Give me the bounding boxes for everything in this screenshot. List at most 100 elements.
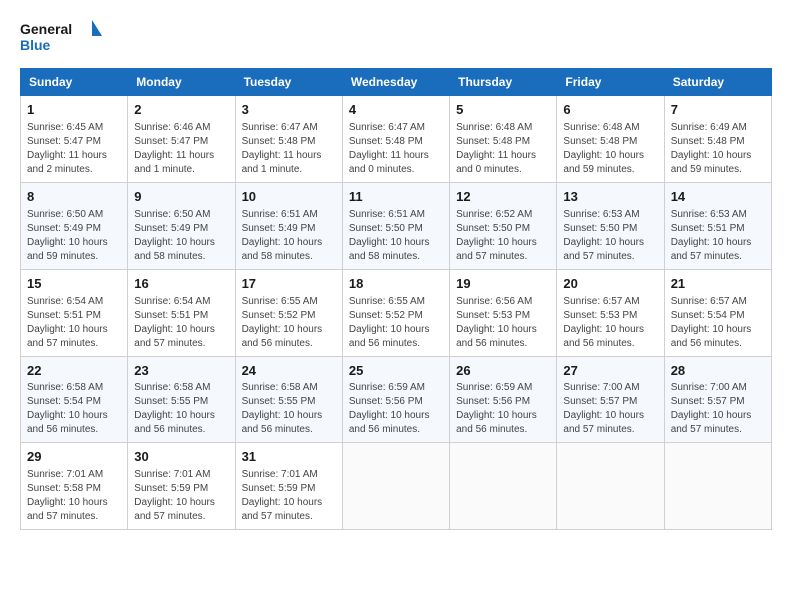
week-row-5: 29Sunrise: 7:01 AM Sunset: 5:58 PM Dayli… [21, 443, 772, 530]
day-info: Sunrise: 6:56 AM Sunset: 5:53 PM Dayligh… [456, 295, 550, 351]
day-info: Sunrise: 6:58 AM Sunset: 5:55 PM Dayligh… [134, 381, 228, 437]
day-number: 26 [456, 362, 550, 381]
day-info: Sunrise: 6:54 AM Sunset: 5:51 PM Dayligh… [134, 295, 228, 351]
day-info: Sunrise: 6:51 AM Sunset: 5:49 PM Dayligh… [242, 208, 336, 264]
calendar-cell: 24Sunrise: 6:58 AM Sunset: 5:55 PM Dayli… [235, 356, 342, 443]
day-info: Sunrise: 6:46 AM Sunset: 5:47 PM Dayligh… [134, 121, 228, 177]
logo: General Blue [20, 18, 110, 56]
day-number: 31 [242, 448, 336, 467]
calendar-cell [664, 443, 771, 530]
week-row-3: 15Sunrise: 6:54 AM Sunset: 5:51 PM Dayli… [21, 269, 772, 356]
day-info: Sunrise: 6:45 AM Sunset: 5:47 PM Dayligh… [27, 121, 121, 177]
calendar-cell: 3Sunrise: 6:47 AM Sunset: 5:48 PM Daylig… [235, 96, 342, 183]
calendar-cell: 6Sunrise: 6:48 AM Sunset: 5:48 PM Daylig… [557, 96, 664, 183]
week-row-1: 1Sunrise: 6:45 AM Sunset: 5:47 PM Daylig… [21, 96, 772, 183]
calendar-cell: 15Sunrise: 6:54 AM Sunset: 5:51 PM Dayli… [21, 269, 128, 356]
calendar-cell: 2Sunrise: 6:46 AM Sunset: 5:47 PM Daylig… [128, 96, 235, 183]
calendar-cell: 28Sunrise: 7:00 AM Sunset: 5:57 PM Dayli… [664, 356, 771, 443]
day-number: 23 [134, 362, 228, 381]
day-info: Sunrise: 6:53 AM Sunset: 5:50 PM Dayligh… [563, 208, 657, 264]
calendar-cell: 17Sunrise: 6:55 AM Sunset: 5:52 PM Dayli… [235, 269, 342, 356]
day-info: Sunrise: 6:48 AM Sunset: 5:48 PM Dayligh… [456, 121, 550, 177]
day-number: 4 [349, 101, 443, 120]
day-number: 5 [456, 101, 550, 120]
calendar-cell: 25Sunrise: 6:59 AM Sunset: 5:56 PM Dayli… [342, 356, 449, 443]
day-number: 28 [671, 362, 765, 381]
day-info: Sunrise: 6:50 AM Sunset: 5:49 PM Dayligh… [27, 208, 121, 264]
calendar-cell: 13Sunrise: 6:53 AM Sunset: 5:50 PM Dayli… [557, 182, 664, 269]
day-info: Sunrise: 7:00 AM Sunset: 5:57 PM Dayligh… [671, 381, 765, 437]
day-info: Sunrise: 6:54 AM Sunset: 5:51 PM Dayligh… [27, 295, 121, 351]
day-number: 8 [27, 188, 121, 207]
day-number: 21 [671, 275, 765, 294]
calendar-cell [450, 443, 557, 530]
weekday-wednesday: Wednesday [342, 69, 449, 96]
day-number: 6 [563, 101, 657, 120]
weekday-thursday: Thursday [450, 69, 557, 96]
day-info: Sunrise: 7:01 AM Sunset: 5:59 PM Dayligh… [242, 468, 336, 524]
day-number: 29 [27, 448, 121, 467]
day-number: 1 [27, 101, 121, 120]
day-number: 7 [671, 101, 765, 120]
day-number: 3 [242, 101, 336, 120]
calendar-table: SundayMondayTuesdayWednesdayThursdayFrid… [20, 68, 772, 530]
calendar-cell: 8Sunrise: 6:50 AM Sunset: 5:49 PM Daylig… [21, 182, 128, 269]
day-info: Sunrise: 7:00 AM Sunset: 5:57 PM Dayligh… [563, 381, 657, 437]
calendar-cell [342, 443, 449, 530]
day-info: Sunrise: 6:47 AM Sunset: 5:48 PM Dayligh… [242, 121, 336, 177]
calendar-cell: 16Sunrise: 6:54 AM Sunset: 5:51 PM Dayli… [128, 269, 235, 356]
calendar-cell: 19Sunrise: 6:56 AM Sunset: 5:53 PM Dayli… [450, 269, 557, 356]
day-info: Sunrise: 6:59 AM Sunset: 5:56 PM Dayligh… [456, 381, 550, 437]
day-number: 12 [456, 188, 550, 207]
day-number: 25 [349, 362, 443, 381]
day-number: 14 [671, 188, 765, 207]
calendar-cell: 11Sunrise: 6:51 AM Sunset: 5:50 PM Dayli… [342, 182, 449, 269]
page-container: General Blue SundayMondayTuesdayWednesda… [0, 0, 792, 540]
day-info: Sunrise: 6:59 AM Sunset: 5:56 PM Dayligh… [349, 381, 443, 437]
day-number: 24 [242, 362, 336, 381]
day-number: 18 [349, 275, 443, 294]
calendar-cell: 23Sunrise: 6:58 AM Sunset: 5:55 PM Dayli… [128, 356, 235, 443]
calendar-body: 1Sunrise: 6:45 AM Sunset: 5:47 PM Daylig… [21, 96, 772, 530]
calendar-cell: 20Sunrise: 6:57 AM Sunset: 5:53 PM Dayli… [557, 269, 664, 356]
calendar-cell: 4Sunrise: 6:47 AM Sunset: 5:48 PM Daylig… [342, 96, 449, 183]
day-info: Sunrise: 7:01 AM Sunset: 5:58 PM Dayligh… [27, 468, 121, 524]
day-number: 22 [27, 362, 121, 381]
day-number: 9 [134, 188, 228, 207]
day-info: Sunrise: 6:47 AM Sunset: 5:48 PM Dayligh… [349, 121, 443, 177]
day-info: Sunrise: 6:58 AM Sunset: 5:55 PM Dayligh… [242, 381, 336, 437]
header-row: General Blue [20, 18, 772, 56]
calendar-cell: 9Sunrise: 6:50 AM Sunset: 5:49 PM Daylig… [128, 182, 235, 269]
weekday-saturday: Saturday [664, 69, 771, 96]
calendar-cell [557, 443, 664, 530]
day-info: Sunrise: 6:52 AM Sunset: 5:50 PM Dayligh… [456, 208, 550, 264]
day-info: Sunrise: 6:51 AM Sunset: 5:50 PM Dayligh… [349, 208, 443, 264]
day-number: 10 [242, 188, 336, 207]
calendar-cell: 14Sunrise: 6:53 AM Sunset: 5:51 PM Dayli… [664, 182, 771, 269]
calendar-cell: 29Sunrise: 7:01 AM Sunset: 5:58 PM Dayli… [21, 443, 128, 530]
day-info: Sunrise: 6:58 AM Sunset: 5:54 PM Dayligh… [27, 381, 121, 437]
day-number: 13 [563, 188, 657, 207]
day-info: Sunrise: 6:57 AM Sunset: 5:54 PM Dayligh… [671, 295, 765, 351]
day-number: 19 [456, 275, 550, 294]
weekday-monday: Monday [128, 69, 235, 96]
day-number: 2 [134, 101, 228, 120]
day-info: Sunrise: 7:01 AM Sunset: 5:59 PM Dayligh… [134, 468, 228, 524]
day-info: Sunrise: 6:49 AM Sunset: 5:48 PM Dayligh… [671, 121, 765, 177]
calendar-cell: 31Sunrise: 7:01 AM Sunset: 5:59 PM Dayli… [235, 443, 342, 530]
week-row-2: 8Sunrise: 6:50 AM Sunset: 5:49 PM Daylig… [21, 182, 772, 269]
week-row-4: 22Sunrise: 6:58 AM Sunset: 5:54 PM Dayli… [21, 356, 772, 443]
calendar-cell: 27Sunrise: 7:00 AM Sunset: 5:57 PM Dayli… [557, 356, 664, 443]
calendar-cell: 18Sunrise: 6:55 AM Sunset: 5:52 PM Dayli… [342, 269, 449, 356]
weekday-sunday: Sunday [21, 69, 128, 96]
day-info: Sunrise: 6:48 AM Sunset: 5:48 PM Dayligh… [563, 121, 657, 177]
weekday-header-row: SundayMondayTuesdayWednesdayThursdayFrid… [21, 69, 772, 96]
calendar-cell: 21Sunrise: 6:57 AM Sunset: 5:54 PM Dayli… [664, 269, 771, 356]
day-info: Sunrise: 6:55 AM Sunset: 5:52 PM Dayligh… [242, 295, 336, 351]
calendar-cell: 7Sunrise: 6:49 AM Sunset: 5:48 PM Daylig… [664, 96, 771, 183]
day-number: 11 [349, 188, 443, 207]
day-number: 15 [27, 275, 121, 294]
day-number: 20 [563, 275, 657, 294]
logo-icon: General Blue [20, 18, 110, 56]
calendar-cell: 5Sunrise: 6:48 AM Sunset: 5:48 PM Daylig… [450, 96, 557, 183]
